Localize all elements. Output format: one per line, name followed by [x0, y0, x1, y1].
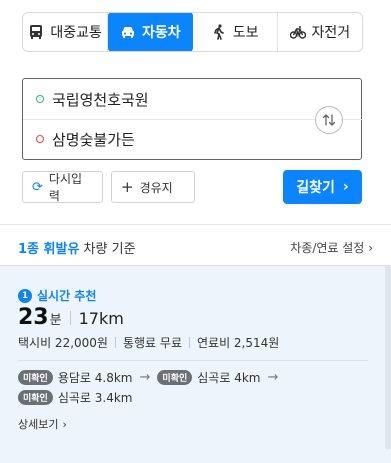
road-list-row: 미확인 용담로 4.8km → 미확인 심곡로 4km → — [18, 369, 280, 386]
separator — [188, 337, 190, 348]
road-segment: 심곡로 4km — [197, 371, 261, 385]
start-input[interactable]: 국립영천호국원 — [23, 79, 313, 119]
chevron-right-icon: › — [342, 179, 349, 195]
fuel-cost: 연료비 2,514원 — [196, 336, 280, 350]
route-input-box: 국립영천호국원 삼명숯불가든 — [22, 78, 363, 160]
chevron-right-icon: › — [368, 240, 373, 255]
transport-mode-tabs: 대중교통 자동차 도보 자전거 — [22, 12, 363, 52]
status-badge: 미확인 — [18, 390, 53, 405]
fuel-type: 1종 휘발유 — [18, 241, 80, 257]
rank-badge: 1 — [18, 288, 32, 303]
arrow-right-icon: → — [267, 370, 279, 385]
plus-icon: + — [121, 178, 134, 196]
walk-icon — [213, 24, 224, 40]
vehicle-setting-label: 차종/연료 설정 — [290, 240, 365, 255]
vehicle-info: 1종 휘발유 차량 기준 — [18, 238, 136, 257]
detail-link[interactable]: 상세보기 › — [18, 416, 67, 432]
end-location: 삼명숯불가든 — [52, 130, 135, 149]
car-icon — [122, 27, 135, 38]
road-list-row: 미확인 심곡로 3.4km — [18, 389, 133, 406]
tab-car[interactable]: 자동차 — [108, 13, 193, 51]
swap-arrows-icon — [322, 114, 336, 126]
bus-icon — [30, 25, 43, 39]
separator — [114, 337, 116, 348]
road-segment: 용담로 4.8km — [57, 371, 133, 385]
cost-row: 택시비 22,000원 통행료 무료 연료비 2,514원 — [18, 334, 279, 351]
tab-label: 도보 — [232, 25, 259, 41]
tab-transit[interactable]: 대중교통 — [23, 13, 109, 51]
status-badge: 미확인 — [157, 370, 193, 385]
tab-label: 자전거 — [311, 25, 351, 41]
vehicle-setting-link[interactable]: 차종/연료 설정 › — [290, 239, 373, 256]
tab-label: 자동차 — [142, 25, 181, 41]
toll-fee: 통행료 무료 — [122, 336, 182, 350]
vehicle-info-row: 1종 휘발유 차량 기준 차종/연료 설정 › — [18, 233, 373, 261]
travel-time-unit: 분 — [49, 313, 62, 328]
swap-button[interactable] — [315, 106, 343, 134]
search-label: 길찾기 — [296, 180, 335, 196]
bike-icon — [289, 26, 306, 39]
detail-label: 상세보기 — [18, 418, 59, 431]
road-segment: 심곡로 3.4km — [57, 391, 133, 405]
distance: 17km — [78, 309, 124, 328]
rank-row: 1 실시간 추천 — [18, 287, 96, 304]
search-route-button[interactable]: 길찾기 › — [283, 170, 362, 204]
chevron-right-icon: › — [62, 417, 67, 431]
divider — [0, 224, 391, 225]
refresh-icon: ⟳ — [32, 179, 43, 195]
route-result-card[interactable]: 1 실시간 추천 23 분 17km 택시비 22,000원 통행료 무료 연료… — [0, 266, 391, 463]
travel-time: 23 — [18, 305, 49, 330]
start-location: 국립영천호국원 — [52, 90, 149, 109]
tab-bike[interactable]: 자전거 — [278, 13, 362, 51]
separator — [69, 310, 71, 325]
waypoint-label: 경유지 — [139, 180, 173, 195]
end-dot-icon — [36, 135, 44, 143]
taxi-fare: 택시비 22,000원 — [18, 336, 108, 350]
add-waypoint-button[interactable]: + 경유지 — [111, 171, 195, 203]
start-dot-icon — [36, 95, 44, 103]
time-distance-row: 23 분 17km — [18, 305, 124, 330]
end-input[interactable]: 삼명숯불가든 — [23, 119, 313, 159]
tab-label: 대중교통 — [50, 25, 102, 41]
scrollbar[interactable] — [385, 266, 391, 449]
vehicle-suffix: 차량 기준 — [79, 241, 136, 257]
tab-walk[interactable]: 도보 — [193, 13, 278, 51]
reset-label: 다시입력 — [48, 172, 83, 203]
divider — [18, 360, 368, 361]
reset-button[interactable]: ⟳ 다시입력 — [22, 171, 103, 203]
status-badge: 미확인 — [18, 370, 53, 385]
rank-label: 실시간 추천 — [37, 289, 97, 303]
arrow-right-icon: → — [139, 370, 151, 385]
